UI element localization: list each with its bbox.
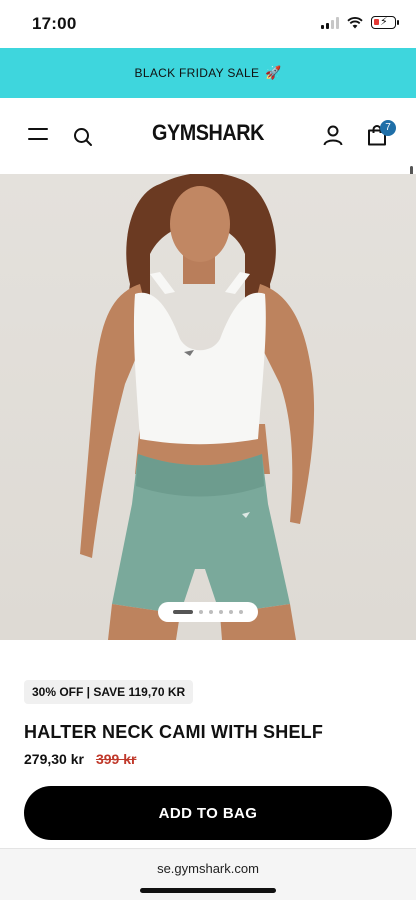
discount-badge: 30% OFF | SAVE 119,70 KR [24,680,194,704]
product-photo [80,174,315,640]
site-header: GYMSHARK 7 [0,98,416,264]
product-image-carousel[interactable] [0,174,416,640]
status-icons: ⚡ [321,16,399,29]
browser-address-bar[interactable]: se.gymshark.com [0,848,416,900]
carousel-dot[interactable] [209,610,213,614]
promo-banner[interactable]: BLACK FRIDAY SALE 🚀 [0,48,416,98]
carousel-dot[interactable] [229,610,233,614]
carousel-dot[interactable] [219,610,223,614]
home-indicator[interactable] [140,888,276,893]
battery-icon: ⚡ [371,16,399,29]
status-bar: 17:00 ⚡ [0,0,416,48]
url-text[interactable]: se.gymshark.com [0,861,416,876]
carousel-dot[interactable] [199,610,203,614]
carousel-pagination[interactable] [158,602,258,622]
promo-text: BLACK FRIDAY SALE [134,66,260,80]
account-icon[interactable] [322,124,344,146]
carousel-dot[interactable] [239,610,243,614]
carousel-dot[interactable] [173,610,193,614]
bag-count-badge: 7 [380,120,396,136]
rocket-icon: 🚀 [265,65,282,80]
price-row: 279,30 kr 399 kr [24,751,136,767]
add-to-bag-button[interactable]: ADD TO BAG [24,786,392,840]
original-price: 399 kr [95,751,137,767]
signal-icon [321,16,339,29]
current-price: 279,30 kr [24,751,84,767]
status-time: 17:00 [32,14,77,33]
wifi-icon [347,16,363,28]
product-title: HALTER NECK CAMI WITH SHELF [24,722,324,742]
